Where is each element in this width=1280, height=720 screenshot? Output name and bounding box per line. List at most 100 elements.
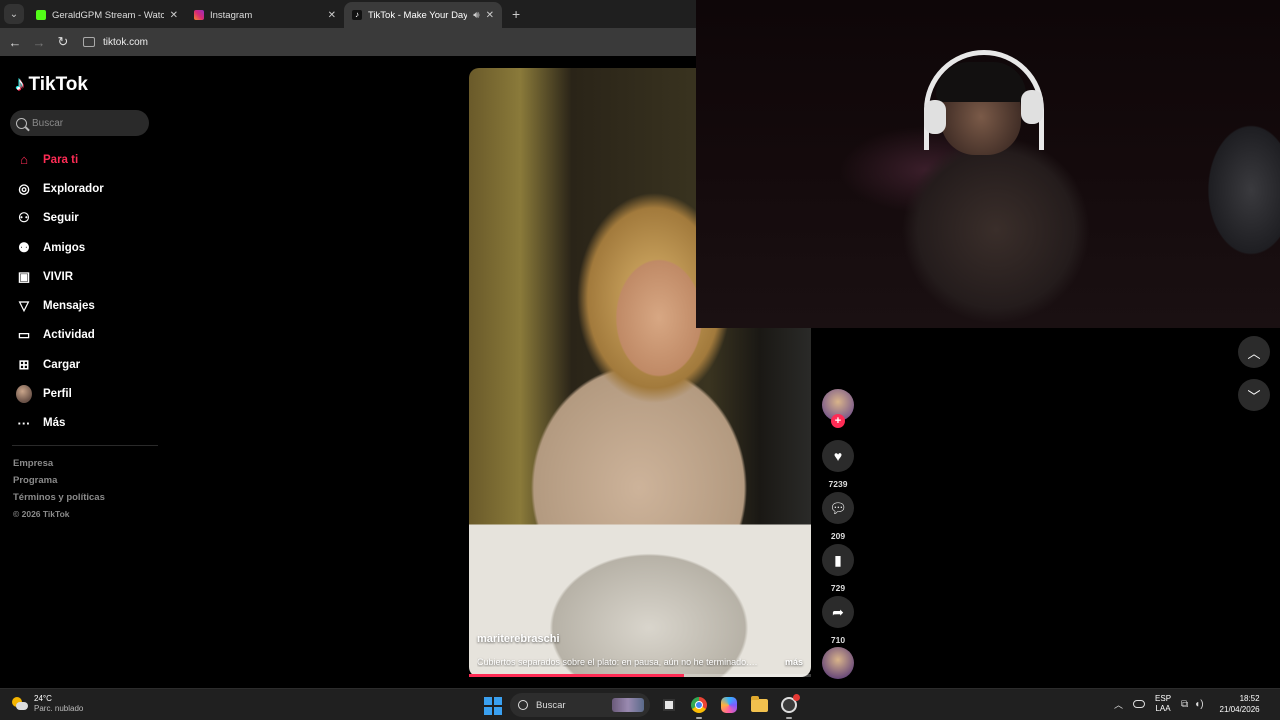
system-tray: ︿ ESP LAA ⧉ ◖) 18:52 21/04/2026 (1114, 693, 1260, 715)
forward-button[interactable]: → (27, 35, 51, 50)
tiktok-logo[interactable]: ♪ TikTok (15, 74, 88, 96)
video-progress-bar[interactable] (469, 674, 811, 677)
close-icon[interactable]: ✕ (486, 10, 494, 21)
footer-link-empresa[interactable]: Empresa (13, 458, 105, 469)
video-progress-fill (469, 674, 685, 677)
kick-favicon-icon (36, 10, 46, 20)
search-icon (518, 700, 528, 710)
address-bar: ← → ↻ tiktok.com (0, 28, 696, 56)
bookmark-icon[interactable]: ▮ (822, 544, 854, 576)
avatar (16, 385, 32, 404)
logo-text: TikTok (28, 74, 88, 95)
sidebar-item-mensajes[interactable]: ▽ Mensajes (0, 291, 170, 320)
clock[interactable]: 18:52 21/04/2026 (1220, 693, 1260, 715)
sidebar-menu: ⌂ Para ti ◎ Explorador ⚇ Seguir ⚉ Amigos… (0, 145, 170, 438)
instagram-favicon-icon (194, 10, 204, 20)
footer-link-programa[interactable]: Programa (13, 475, 105, 486)
file-explorer-icon[interactable] (748, 694, 770, 716)
sidebar: ♪ TikTok ⌂ Para ti ◎ Explorador ⚇ Seguir… (0, 58, 170, 688)
sidebar-item-explorador[interactable]: ◎ Explorador (0, 174, 170, 203)
sidebar-divider (12, 445, 158, 446)
tab-geraldgpm[interactable]: GeraldGPM Stream - Watch Live ✕ (28, 2, 186, 28)
video-description-text: Cubiertos separados sobre el plato: en p… (477, 657, 758, 667)
tab-instagram[interactable]: Instagram ✕ (186, 2, 344, 28)
sidebar-item-mas[interactable]: ··· Más (0, 409, 170, 438)
previous-video-button[interactable]: ︿ (1238, 336, 1270, 368)
sidebar-item-para-ti[interactable]: ⌂ Para ti (0, 145, 170, 174)
onedrive-cloud-icon[interactable] (1133, 700, 1146, 708)
video-username[interactable]: mariterebraschi (477, 633, 560, 645)
weather-widget[interactable]: 24°C Parc. nublado (12, 694, 83, 714)
search-input[interactable] (32, 117, 142, 129)
copilot-app-icon[interactable] (718, 694, 740, 716)
tab-search-button[interactable]: ⌄ (4, 4, 24, 24)
close-icon[interactable]: ✕ (328, 10, 336, 21)
speaker-icon[interactable]: 🔊︎ (473, 10, 479, 21)
music-disc-avatar[interactable] (822, 647, 854, 679)
lang-bottom: LAA (1155, 704, 1171, 713)
follow-icon: ⚇ (18, 210, 30, 226)
share-count: 710 (830, 635, 846, 645)
sidebar-item-vivir[interactable]: ▣ VIVIR (0, 262, 170, 291)
url-field[interactable]: tiktok.com (83, 37, 148, 48)
follow-plus-button[interactable]: + (831, 414, 845, 428)
lang-top: ESP (1155, 694, 1172, 703)
footer-link-terminos[interactable]: Términos y políticas (13, 492, 105, 503)
windows-start-icon[interactable] (482, 695, 502, 715)
obs-app-icon[interactable] (778, 694, 800, 719)
search-box[interactable] (10, 110, 149, 136)
sidebar-item-label: Cargar (43, 358, 81, 371)
home-icon: ⌂ (20, 152, 28, 168)
weather-desc: Parc. nublado (34, 704, 84, 713)
action-rail: + ♥ 7239 💬︎ 209 ▮ 729 ➦ 710 (822, 389, 854, 679)
chevron-up-icon[interactable]: ︿ (1114, 698, 1123, 711)
author-avatar[interactable]: + (822, 389, 854, 428)
tiktok-note-icon: ♪ (15, 74, 25, 95)
url-text: tiktok.com (103, 36, 149, 48)
site-info-icon[interactable] (83, 37, 95, 47)
tab-label: TikTok - Make Your Day (368, 9, 468, 21)
sidebar-footer: Empresa Programa Términos y políticas © … (13, 458, 105, 519)
sidebar-item-label: VIVIR (43, 270, 74, 283)
sidebar-item-actividad[interactable]: ▭ Actividad (0, 321, 170, 350)
new-tab-button[interactable]: + (512, 6, 520, 22)
friends-icon: ⚉ (18, 239, 30, 255)
share-icon[interactable]: ➦ (822, 596, 854, 628)
more-icon: ··· (17, 415, 31, 431)
sidebar-item-label: Seguir (43, 212, 79, 225)
system-icons[interactable]: ⧉ ◖) (1181, 699, 1204, 710)
send-icon: ▽ (19, 298, 29, 314)
comment-count: 209 (830, 531, 846, 541)
terminal-app-icon[interactable] (658, 694, 680, 716)
like-action: ♥ 7239 (822, 440, 854, 489)
tab-tiktok[interactable]: ♪ TikTok - Make Your Day 🔊︎ ✕ (344, 2, 502, 28)
language-indicator[interactable]: ESP LAA (1155, 694, 1171, 714)
sidebar-item-seguir[interactable]: ⚇ Seguir (0, 204, 170, 233)
sidebar-item-perfil[interactable]: Perfil (0, 379, 170, 408)
heart-icon[interactable]: ♥ (822, 440, 854, 472)
close-icon[interactable]: ✕ (170, 10, 178, 21)
save-action: ▮ 729 (822, 544, 854, 593)
display-icon: ⧉ (1181, 698, 1189, 710)
sidebar-item-cargar[interactable]: ⊞ Cargar (0, 350, 170, 379)
picture-in-picture-video[interactable] (696, 0, 1280, 328)
sidebar-item-label: Perfil (43, 388, 72, 401)
reload-button[interactable]: ↻ (51, 34, 75, 50)
taskbar-search[interactable]: Buscar (510, 693, 650, 717)
more-button[interactable]: más (785, 657, 803, 667)
clock-time: 18:52 (1239, 694, 1260, 703)
chevron-down-icon: ﹀ (1247, 388, 1261, 404)
chevron-up-icon: ︿ (1247, 345, 1261, 361)
windows-taskbar: 24°C Parc. nublado Buscar ︿ ESP LAA ⧉ ◖)… (0, 688, 1280, 720)
chrome-app-icon[interactable] (688, 694, 710, 719)
sidebar-item-amigos[interactable]: ⚉ Amigos (0, 233, 170, 262)
sidebar-item-label: Para ti (43, 153, 79, 166)
live-icon: ▣ (17, 268, 31, 284)
copyright: © 2026 TikTok (13, 509, 70, 519)
back-button[interactable]: ← (3, 35, 27, 50)
sidebar-item-label: Más (43, 417, 66, 430)
comment-icon[interactable]: 💬︎ (822, 492, 854, 524)
like-count: 7239 (828, 479, 848, 489)
next-video-button[interactable]: ﹀ (1238, 379, 1270, 411)
share-action: ➦ 710 (822, 596, 854, 645)
